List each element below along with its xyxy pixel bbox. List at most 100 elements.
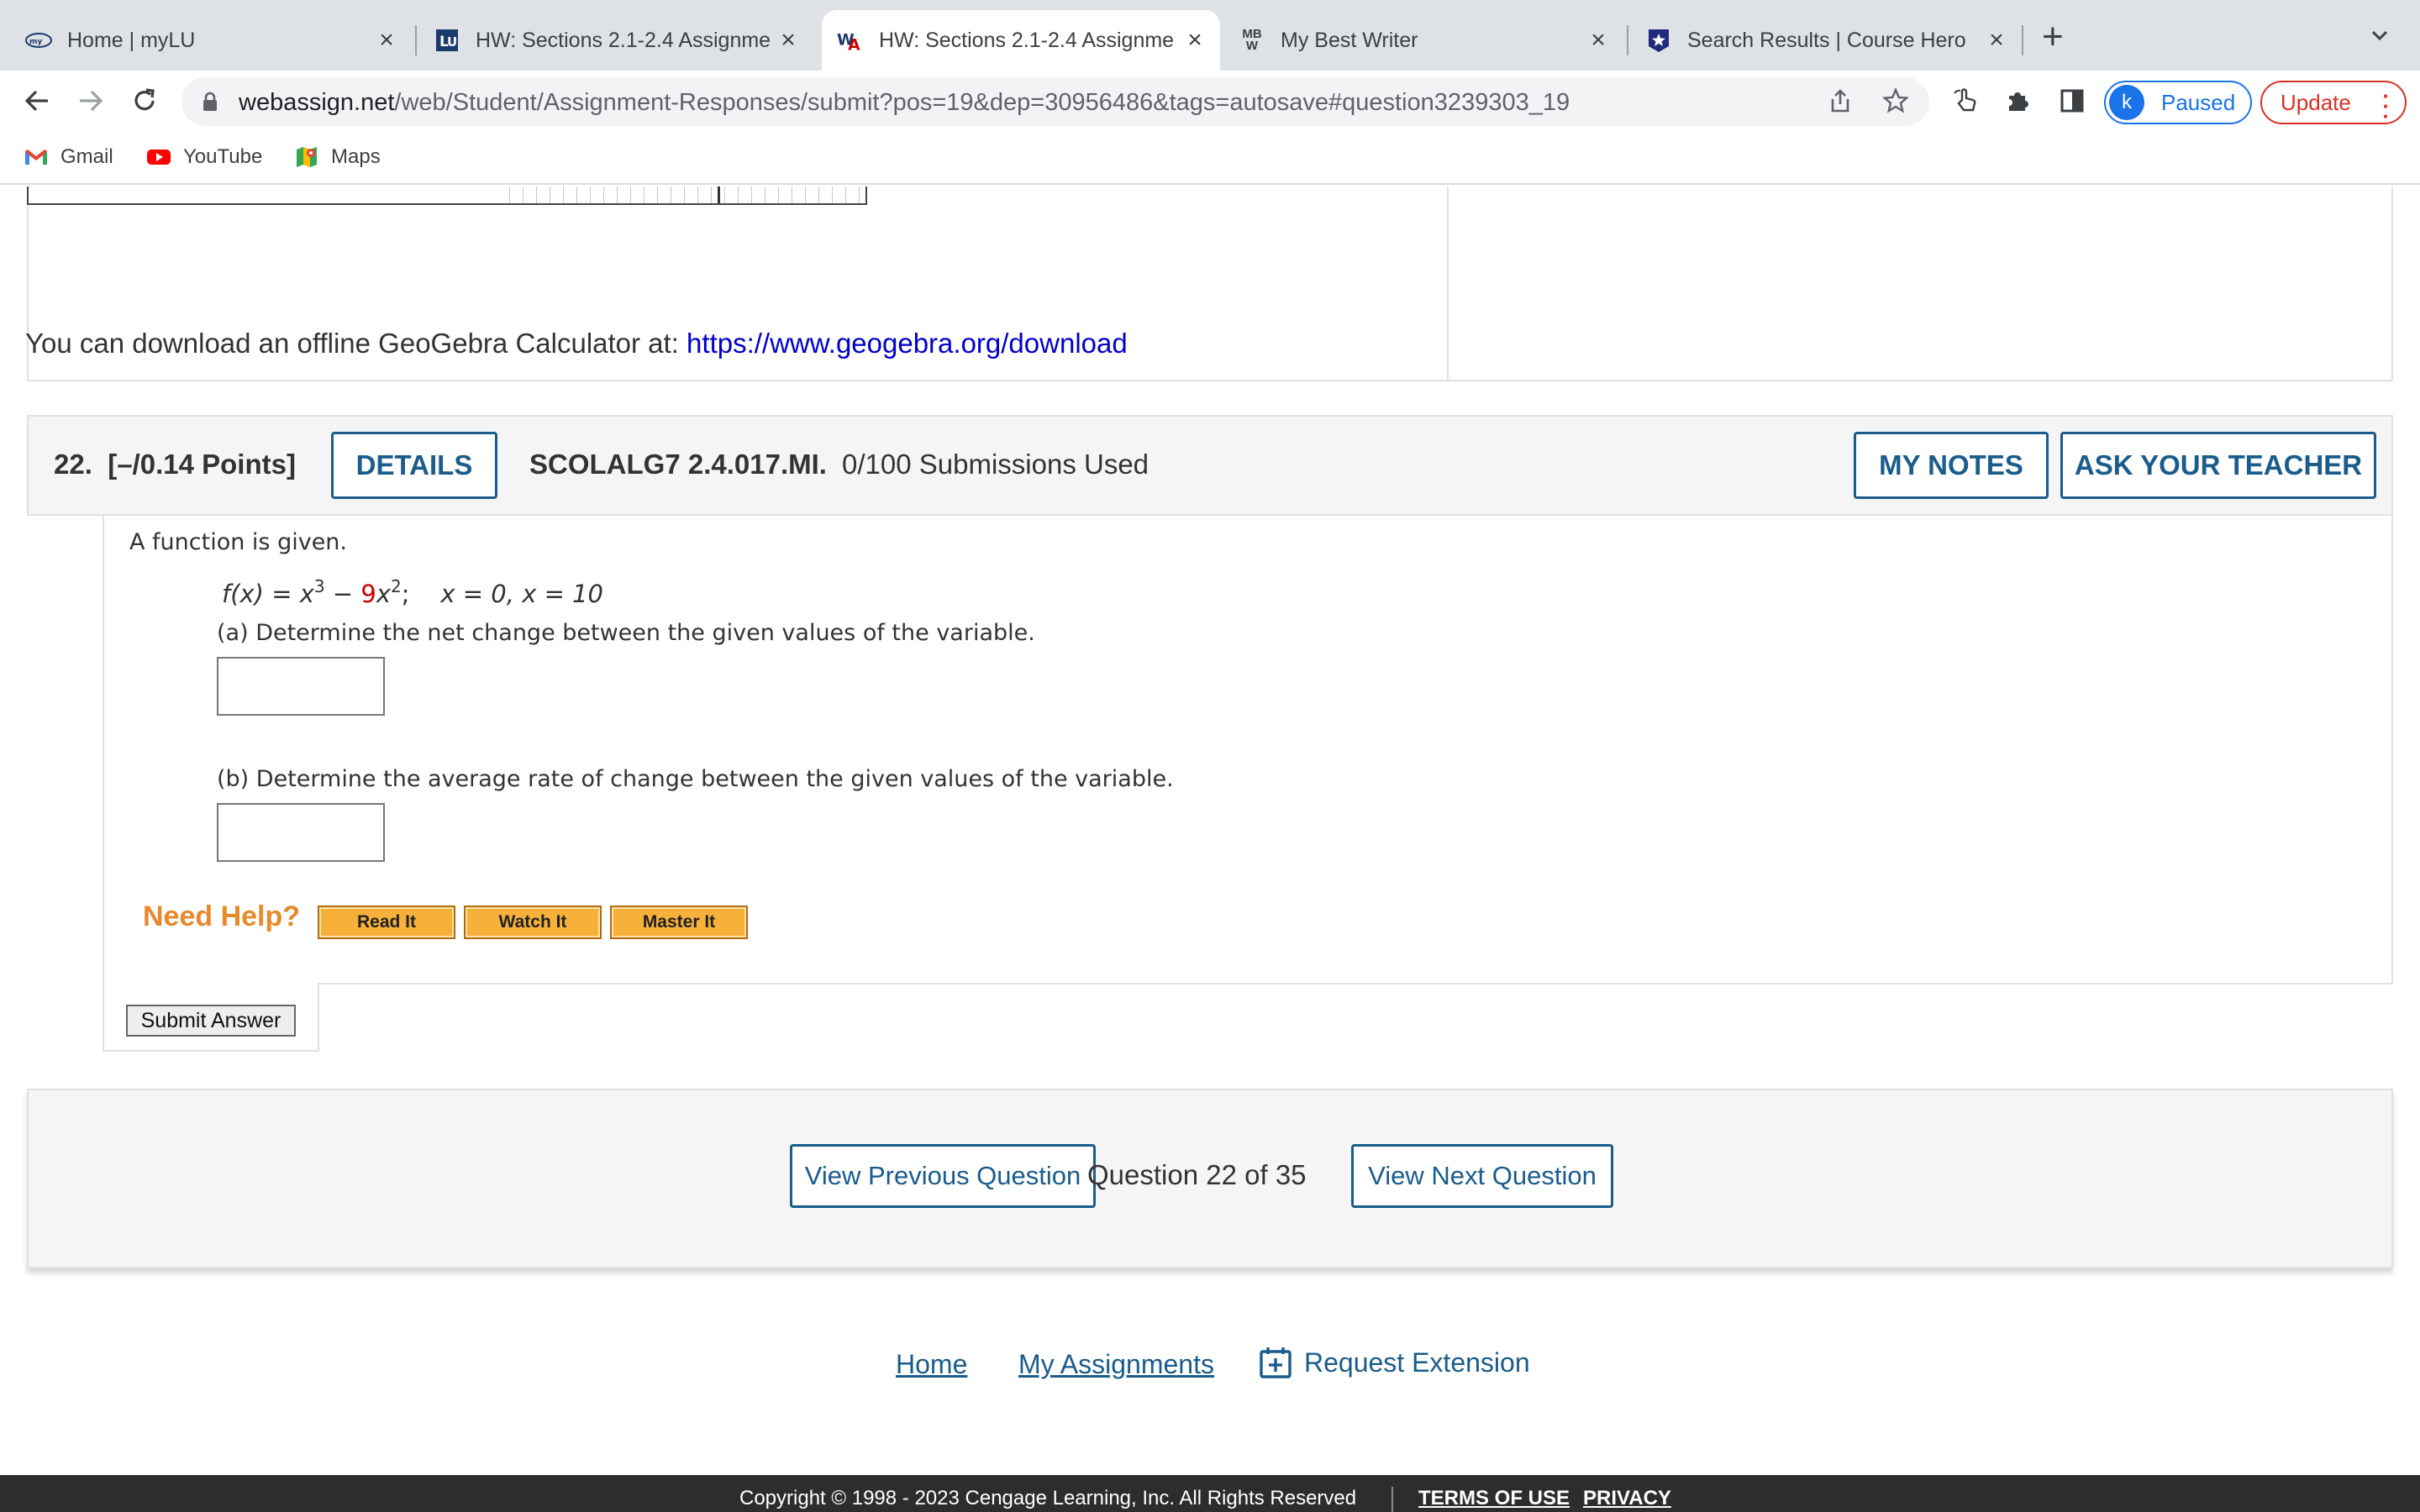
question-number-value: 22. <box>54 449 92 480</box>
question-points: [–/0.14 Points] <box>108 449 296 480</box>
close-icon[interactable]: × <box>771 26 805 55</box>
forward-arrow-icon <box>80 90 103 112</box>
mbw-logo-text: MBW <box>1242 27 1262 53</box>
tab-hw-active[interactable]: WA HW: Sections 2.1-2.4 Assignme × <box>822 10 1220 71</box>
exponent-3: 3 <box>313 576 325 596</box>
geogebra-graph-fragment <box>27 186 869 205</box>
submit-answer-button[interactable]: Submit Answer <box>126 1005 296 1037</box>
my-assignments-link[interactable]: My Assignments <box>1018 1349 1214 1380</box>
tab-search-chevron-icon[interactable] <box>2370 25 2390 45</box>
tab-my-best-writer[interactable]: MBW My Best Writer × <box>1223 10 1623 71</box>
close-icon[interactable]: × <box>1980 26 2013 55</box>
address-bar[interactable]: webassign.net/web/Student/Assignment-Res… <box>182 77 1929 126</box>
gmail-icon <box>24 144 49 170</box>
question-header: 22. [–/0.14 Points] DETAILS SCOLALG7 2.4… <box>27 415 2393 516</box>
tab-separator <box>415 25 417 55</box>
minus-sign: − <box>324 580 361 608</box>
home-link[interactable]: Home <box>896 1349 967 1380</box>
page-content: You can download an offline GeoGebra Cal… <box>0 186 2420 1512</box>
copyright-text: Copyright © 1998 - 2023 Cengage Learning… <box>739 1487 1357 1509</box>
geogebra-download-link[interactable]: https://www.geogebra.org/download <box>687 328 1128 359</box>
my-notes-button[interactable]: MY NOTES <box>1854 432 2049 499</box>
svg-text:A: A <box>848 36 860 52</box>
tab-title: HW: Sections 2.1-2.4 Assignme <box>879 28 1175 52</box>
maps-icon <box>294 144 319 170</box>
close-icon[interactable]: × <box>370 26 403 55</box>
tab-hw-1[interactable]: LU HW: Sections 2.1-2.4 Assignme × <box>418 10 813 71</box>
request-extension-label: Request Extension <box>1304 1347 1530 1378</box>
share-icon[interactable] <box>1823 84 1857 118</box>
forward-button[interactable] <box>69 79 113 123</box>
read-it-button[interactable]: Read It <box>318 906 455 939</box>
mylu-logo-icon: my <box>25 27 52 54</box>
view-next-question-button[interactable]: View Next Question <box>1351 1144 1613 1208</box>
url-text: webassign.net/web/Student/Assignment-Res… <box>239 89 1570 117</box>
master-it-button[interactable]: Master It <box>610 906 748 939</box>
details-button[interactable]: DETAILS <box>331 432 497 499</box>
view-previous-question-button[interactable]: View Previous Question <box>790 1144 1096 1208</box>
webassign-logo-icon: WA <box>837 27 864 54</box>
close-icon[interactable]: × <box>1581 26 1615 55</box>
update-label: Update <box>2281 89 2351 115</box>
function-expression: f(x) = x3 − 9x2; x = 0, x = 10 <box>222 576 603 608</box>
bookmarks-bar: Gmail YouTube Maps <box>0 133 2420 185</box>
tab-mylu[interactable]: my Home | myLU × <box>10 10 412 71</box>
avatar: k <box>2109 85 2144 120</box>
terms-of-use-link[interactable]: TERMS OF USE <box>1418 1487 1570 1510</box>
mbw-logo-icon: MBW <box>1239 27 1265 54</box>
site-footer: Copyright © 1998 - 2023 Cengage Learning… <box>0 1475 2420 1512</box>
lu-logo-icon: LU <box>434 27 460 54</box>
graph-axis <box>718 186 720 203</box>
question-code: SCOLALG7 2.4.017.MI. <box>529 449 827 480</box>
svg-text:my: my <box>29 38 42 46</box>
extensions-puzzle-icon[interactable] <box>2002 84 2035 118</box>
calendar-plus-icon <box>1260 1347 1292 1378</box>
part-a-answer-input[interactable] <box>217 657 385 716</box>
side-panel-icon[interactable] <box>2055 84 2089 118</box>
url-host: webassign.net <box>239 89 395 116</box>
tab-strip: my Home | myLU × LU HW: Sections 2.1-2.4… <box>0 0 2420 71</box>
watch-it-button[interactable]: Watch It <box>464 906 602 939</box>
graph-grid <box>509 186 869 203</box>
tab-title: My Best Writer <box>1281 28 1418 52</box>
bookmark-youtube[interactable]: YouTube <box>146 144 262 170</box>
question-body: A function is given. f(x) = x3 − 9x2; x … <box>103 516 2393 984</box>
bookmark-label: Maps <box>331 145 381 168</box>
back-button[interactable] <box>15 79 59 123</box>
ask-your-teacher-button[interactable]: ASK YOUR TEACHER <box>2060 432 2376 499</box>
back-arrow-icon <box>24 90 48 112</box>
reload-icon <box>134 88 155 111</box>
coefficient-9: 9 <box>360 580 376 608</box>
submissions-used: 0/100 Submissions Used <box>842 449 1150 480</box>
course-hero-logo-icon <box>1645 27 1672 54</box>
question-position: Question 22 of 35 <box>1087 1159 1307 1190</box>
function-variable: x <box>376 580 392 608</box>
svg-text:U: U <box>447 34 457 50</box>
profile-button[interactable]: k Paused <box>2104 81 2252 124</box>
function-lhs: f(x) = x <box>222 580 314 608</box>
part-b-prompt: (b) Determine the average rate of change… <box>217 766 1174 792</box>
domain-values: x = 0, x = 10 <box>440 580 603 608</box>
request-extension-link[interactable]: Request Extension <box>1259 1346 1530 1379</box>
semicolon: ; <box>401 580 410 608</box>
bookmark-star-icon[interactable] <box>1879 84 1912 118</box>
bookmark-label: YouTube <box>183 145 263 168</box>
tab-title: Search Results | Course Hero <box>1687 28 1966 52</box>
hand-cursor-extension-icon[interactable] <box>1949 84 1983 118</box>
question-number: 22. [–/0.14 Points] <box>54 449 296 480</box>
privacy-link[interactable]: PRIVACY <box>1583 1487 1671 1510</box>
profile-status: Paused <box>2161 89 2236 115</box>
exponent-2: 2 <box>391 576 402 596</box>
update-button[interactable]: Update · · · <box>2260 81 2407 127</box>
part-b-answer-input[interactable] <box>217 803 385 862</box>
bookmark-maps[interactable]: Maps <box>294 144 381 170</box>
close-icon[interactable]: × <box>1178 26 1212 55</box>
question-intro: A function is given. <box>129 529 348 555</box>
tab-course-hero[interactable]: Search Results | Course Hero × <box>1630 10 2022 71</box>
geogebra-text: You can download an offline GeoGebra Cal… <box>25 328 687 359</box>
bookmark-gmail[interactable]: Gmail <box>24 144 113 170</box>
reload-button[interactable] <box>123 79 166 123</box>
url-path: /web/Student/Assignment-Responses/submit… <box>394 89 1570 116</box>
new-tab-button[interactable]: + <box>2042 18 2064 55</box>
geogebra-download-line: You can download an offline GeoGebra Cal… <box>25 328 1128 360</box>
